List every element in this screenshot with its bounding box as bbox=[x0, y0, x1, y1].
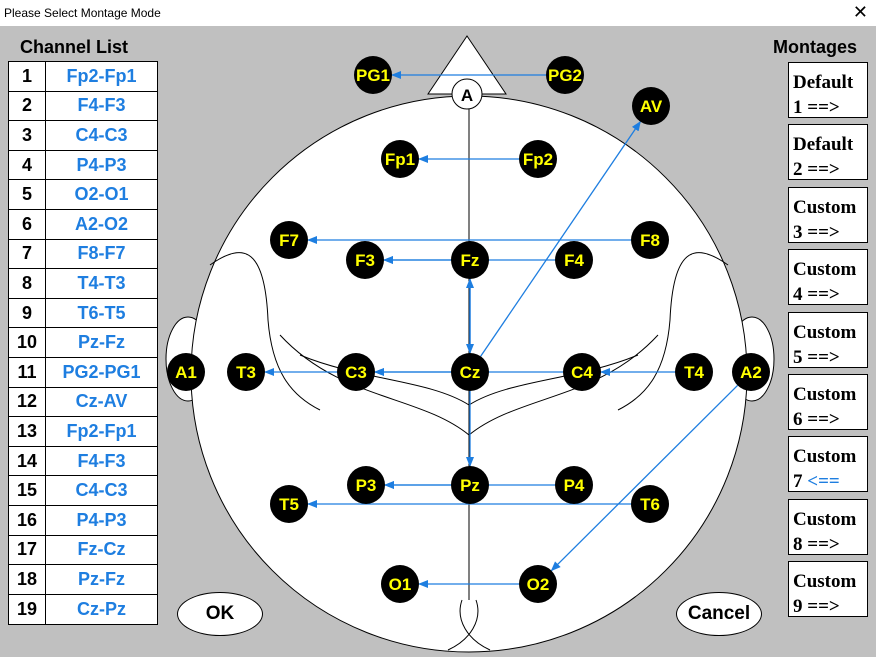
electrode-label: F8 bbox=[640, 231, 660, 250]
electrode-label: Fz bbox=[461, 251, 480, 270]
electrode-label: F3 bbox=[355, 251, 375, 270]
electrode-label: Pz bbox=[460, 476, 480, 495]
nose-label: A bbox=[461, 86, 473, 105]
electrode-o2[interactable]: O2 bbox=[519, 565, 557, 603]
electrode-label: T3 bbox=[236, 363, 256, 382]
electrode-f7[interactable]: F7 bbox=[270, 221, 308, 259]
electrode-label: T6 bbox=[640, 495, 660, 514]
head-map: A PG1 PG2 AV Fp1 Fp2 F7 F8 F3 Fz F4 A1 T3 C3 Cz C4 T4 A2… bbox=[165, 35, 775, 653]
electrode-pz[interactable]: Pz bbox=[451, 466, 489, 504]
electrode-o1[interactable]: O1 bbox=[381, 565, 419, 603]
ok-button[interactable]: OK bbox=[177, 592, 263, 636]
electrode-f8[interactable]: F8 bbox=[631, 221, 669, 259]
electrode-a2[interactable]: A2 bbox=[732, 353, 770, 391]
electrode-label: Cz bbox=[460, 363, 481, 382]
electrode-label: A1 bbox=[175, 363, 197, 382]
electrode-label: PG1 bbox=[356, 66, 390, 85]
electrode-label: O1 bbox=[389, 575, 412, 594]
electrode-label: C4 bbox=[571, 363, 593, 382]
electrode-f4[interactable]: F4 bbox=[555, 241, 593, 279]
electrode-f3[interactable]: F3 bbox=[346, 241, 384, 279]
electrode-label: T5 bbox=[279, 495, 299, 514]
electrode-pg1[interactable]: PG1 bbox=[354, 56, 392, 94]
electrode-label: Fp1 bbox=[385, 150, 415, 169]
electrode-a1[interactable]: A1 bbox=[167, 353, 205, 391]
nose-marker: A bbox=[451, 78, 483, 110]
electrode-t4[interactable]: T4 bbox=[675, 353, 713, 391]
electrode-label: Fp2 bbox=[523, 150, 553, 169]
cancel-button[interactable]: Cancel bbox=[676, 592, 762, 636]
electrode-label: A2 bbox=[740, 363, 762, 382]
electrode-label: F7 bbox=[279, 231, 299, 250]
electrode-c4[interactable]: C4 bbox=[563, 353, 601, 391]
electrode-cz[interactable]: Cz bbox=[451, 353, 489, 391]
electrode-pg2[interactable]: PG2 bbox=[546, 56, 584, 94]
electrode-t3[interactable]: T3 bbox=[227, 353, 265, 391]
electrode-label: C3 bbox=[345, 363, 367, 382]
electrode-p3[interactable]: P3 bbox=[347, 466, 385, 504]
electrode-fp2[interactable]: Fp2 bbox=[519, 140, 557, 178]
electrode-label: T4 bbox=[684, 363, 704, 382]
electrode-p4[interactable]: P4 bbox=[555, 466, 593, 504]
electrode-t5[interactable]: T5 bbox=[270, 485, 308, 523]
electrode-fp1[interactable]: Fp1 bbox=[381, 140, 419, 178]
electrode-label: O2 bbox=[527, 575, 550, 594]
electrode-label: AV bbox=[640, 97, 663, 116]
electrode-label: F4 bbox=[564, 251, 584, 270]
electrode-t6[interactable]: T6 bbox=[631, 485, 669, 523]
electrode-av[interactable]: AV bbox=[632, 87, 670, 125]
electrode-label: P3 bbox=[356, 476, 377, 495]
electrode-c3[interactable]: C3 bbox=[337, 353, 375, 391]
electrode-label: P4 bbox=[564, 476, 585, 495]
electrode-label: PG2 bbox=[548, 66, 582, 85]
electrode-fz[interactable]: Fz bbox=[451, 241, 489, 279]
